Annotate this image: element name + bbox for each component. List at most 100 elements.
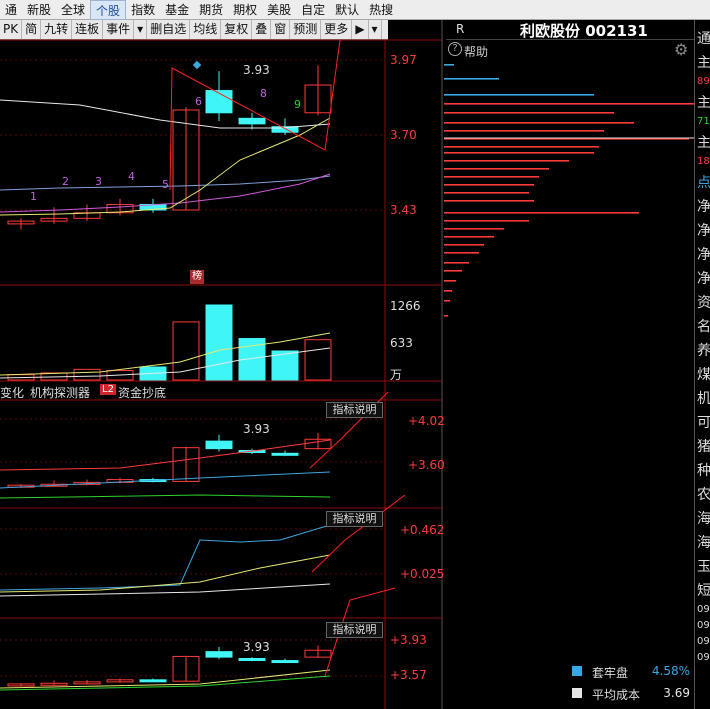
price-axis-label-top: 3.97	[390, 53, 417, 67]
chip-bar	[444, 280, 456, 282]
chip-bar	[444, 315, 448, 317]
volume-axis-label-top: 1266	[390, 299, 421, 313]
right-strip-item-24[interactable]: 短	[697, 580, 710, 600]
volume-axis-label-mid: 633	[390, 336, 413, 350]
chip-bar	[444, 220, 529, 222]
right-strip-item-3[interactable]: 主	[697, 92, 710, 112]
chip-bar	[444, 200, 534, 202]
tab-institution-detector[interactable]: 机构探测器	[30, 384, 90, 401]
right-strip-item-11[interactable]: 净	[697, 268, 710, 288]
indicator-help-button-1[interactable]: 指标说明	[326, 402, 383, 418]
right-strip-item-16[interactable]: 机	[697, 388, 710, 408]
right-strip-item-14[interactable]: 养	[697, 340, 710, 360]
wave-label: 8	[260, 87, 267, 100]
legend-swatch	[572, 688, 582, 698]
legend-value: 4.58%	[651, 664, 690, 678]
right-strip-item-23[interactable]: 玉	[697, 556, 710, 576]
wave-label: 2	[62, 175, 69, 188]
right-strip-item-5[interactable]: 主	[697, 132, 710, 152]
panel1-candle-body	[271, 452, 299, 456]
chip-bar	[444, 112, 614, 114]
legend-row: 套牢盘 4.58%	[566, 662, 694, 682]
indicator-help-button-2[interactable]: 指标说明	[326, 511, 383, 527]
right-strip-item-12[interactable]: 资	[697, 292, 710, 312]
l2-badge: L2	[100, 384, 116, 395]
tab-capital-bottom[interactable]: 资金抄底	[118, 384, 166, 401]
rank-badge[interactable]: 榜	[190, 270, 204, 284]
panel3-high-label: 3.93	[243, 640, 270, 654]
panel3-axis-top: +3.93	[390, 633, 427, 647]
chip-bar	[444, 176, 539, 178]
wave-label: 4	[128, 170, 135, 183]
diamond-marker	[192, 60, 202, 70]
right-strip-item-13[interactable]: 名	[697, 316, 710, 336]
chip-bar	[444, 130, 604, 132]
stock-chart-window: { "topnav": { "tabs": [ {"label": "通", "…	[0, 0, 710, 709]
chip-bar	[444, 184, 534, 186]
chip-bar	[444, 192, 529, 194]
chip-bar	[444, 244, 484, 246]
volume-bar	[205, 304, 233, 381]
panel3-candle-body	[139, 679, 167, 683]
right-strip-item-1[interactable]: 主	[697, 52, 710, 72]
right-strip-item-20[interactable]: 农	[697, 484, 710, 504]
right-strip-item-26[interactable]: 09	[697, 620, 710, 631]
right-strip-item-25[interactable]: 09	[697, 604, 710, 615]
panel2-axis-top: +0.462	[400, 523, 445, 537]
chip-bar	[444, 122, 634, 124]
price-axis-label-mid: 3.70	[390, 128, 417, 142]
right-strip-item-2[interactable]: 89	[697, 76, 710, 87]
wave-label: 6	[195, 95, 202, 108]
panel1-axis-low: +3.60	[408, 458, 445, 472]
candle-body	[238, 117, 266, 125]
panel2-axis-low: +0.025	[400, 567, 445, 581]
right-strip-item-21[interactable]: 海	[697, 508, 710, 528]
hand-drawn-mark-2	[311, 494, 406, 573]
indicator-tabs: 变化 机构探测器 L2 资金抄底	[0, 382, 380, 400]
panel3-candle-body	[238, 658, 266, 661]
right-strip-item-10[interactable]: 净	[697, 244, 710, 264]
tab-change[interactable]: 变化	[0, 384, 24, 401]
volume-axis-unit: 万	[390, 368, 403, 382]
right-strip-item-4[interactable]: 71	[697, 116, 710, 127]
chip-bar	[444, 103, 694, 105]
right-strip-item-19[interactable]: 种	[697, 460, 710, 480]
legend-label: 平均成本	[592, 688, 641, 702]
chip-bar	[444, 270, 462, 272]
chart-canvas: 1 2 3 4 5 6 8 9	[0, 20, 694, 709]
right-strip-item-8[interactable]: 净	[697, 196, 710, 216]
chip-bar	[444, 300, 450, 302]
chip-bar	[444, 160, 569, 162]
right-strip-item-18[interactable]: 猪	[697, 436, 710, 456]
legend-value: 3.69	[663, 686, 690, 700]
chip-bar	[444, 64, 454, 66]
right-strip-item-28[interactable]: 09	[697, 652, 710, 663]
price-axis-label-low: 3.43	[390, 203, 417, 217]
right-strip-item-27[interactable]: 09	[697, 636, 710, 647]
chip-bar	[444, 252, 479, 254]
legend-row: 平均成本 3.69	[566, 684, 694, 704]
right-strip-item-22[interactable]: 海	[697, 532, 710, 552]
right-strip-item-15[interactable]: 煤	[697, 364, 710, 384]
panel3-axis-low: +3.57	[390, 668, 427, 682]
chip-bar	[444, 94, 594, 96]
right-strip-item-9[interactable]: 净	[697, 220, 710, 240]
panel1-line-green	[0, 494, 331, 499]
indicator-help-button-3[interactable]: 指标说明	[326, 622, 383, 638]
right-strip-item-6[interactable]: 18	[697, 156, 710, 167]
right-strip-item-0[interactable]: 通	[697, 28, 710, 48]
right-strip-item-7[interactable]: 点	[697, 172, 710, 192]
panel2-line-blue	[0, 524, 331, 591]
ma-line-white	[0, 99, 331, 129]
chip-bar	[444, 146, 599, 148]
panel3-candle-body	[271, 660, 299, 664]
chip-bar	[444, 78, 499, 80]
chip-bar	[444, 262, 469, 264]
wave-label: 3	[95, 175, 102, 188]
panel1-axis-top: +4.02	[408, 414, 445, 428]
wave-label: 9	[294, 98, 301, 111]
volume-bar	[304, 339, 332, 381]
right-strip-item-17[interactable]: 可	[697, 412, 710, 432]
legend-swatch	[572, 666, 582, 676]
panel1-line-blue	[0, 471, 331, 489]
